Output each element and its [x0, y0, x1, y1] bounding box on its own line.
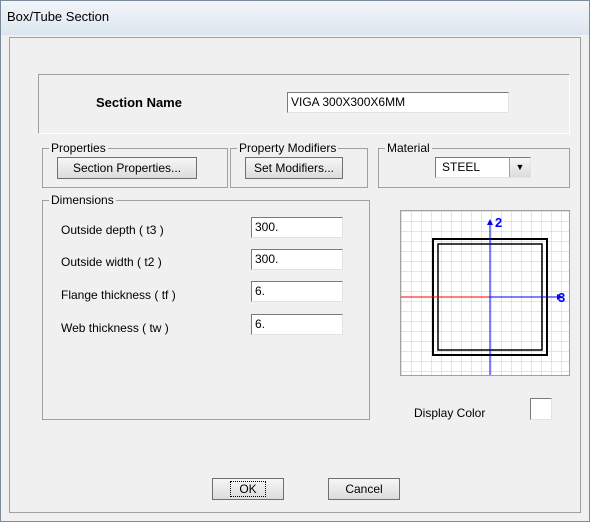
display-color-swatch[interactable] [530, 398, 552, 420]
dimensions-group: Dimensions Outside depth ( t3 ) 300. Out… [42, 193, 370, 420]
window-title: Box/Tube Section [7, 9, 110, 24]
outside-width-input[interactable]: 300. [251, 249, 343, 270]
flange-thickness-label: Flange thickness ( tf ) [61, 288, 176, 302]
dimensions-group-label: Dimensions [49, 193, 116, 207]
section-preview-canvas: 2 3 [401, 211, 569, 375]
material-select-value: STEEL [442, 160, 481, 174]
axis-2-label: 2 [495, 215, 502, 230]
material-select[interactable]: STEEL ▼ [435, 157, 531, 178]
ok-button-label: OK [230, 481, 266, 497]
title-bar[interactable]: Box/Tube Section [1, 1, 589, 35]
section-name-panel: Section Name VIGA 300X300X6MM [38, 74, 570, 134]
section-name-label: Section Name [96, 95, 182, 110]
set-modifiers-button[interactable]: Set Modifiers... [245, 157, 343, 179]
dialog-window: Box/Tube Section Section Name VIGA 300X3… [0, 0, 590, 522]
section-preview: 2 3 [400, 210, 570, 376]
material-group: Material STEEL ▼ [378, 141, 570, 188]
section-properties-button[interactable]: Section Properties... [57, 157, 197, 179]
flange-thickness-input[interactable]: 6. [251, 281, 343, 302]
ok-button[interactable]: OK [212, 478, 284, 500]
properties-group-label: Properties [49, 141, 108, 155]
properties-group: Properties Section Properties... [42, 141, 228, 188]
axis-3-label: 3 [558, 290, 565, 305]
outside-width-label: Outside width ( t2 ) [61, 255, 162, 269]
property-modifiers-group-label: Property Modifiers [237, 141, 339, 155]
property-modifiers-group: Property Modifiers Set Modifiers... [230, 141, 368, 188]
cancel-button[interactable]: Cancel [328, 478, 400, 500]
material-group-label: Material [385, 141, 432, 155]
web-thickness-input[interactable]: 6. [251, 314, 343, 335]
chevron-down-icon[interactable]: ▼ [509, 158, 530, 177]
outside-depth-label: Outside depth ( t3 ) [61, 223, 164, 237]
web-thickness-label: Web thickness ( tw ) [61, 321, 169, 335]
outside-depth-input[interactable]: 300. [251, 217, 343, 238]
section-name-input[interactable]: VIGA 300X300X6MM [287, 92, 509, 113]
display-color-label: Display Color [414, 406, 486, 420]
dialog-client-area: Section Name VIGA 300X300X6MM Properties… [9, 37, 581, 513]
